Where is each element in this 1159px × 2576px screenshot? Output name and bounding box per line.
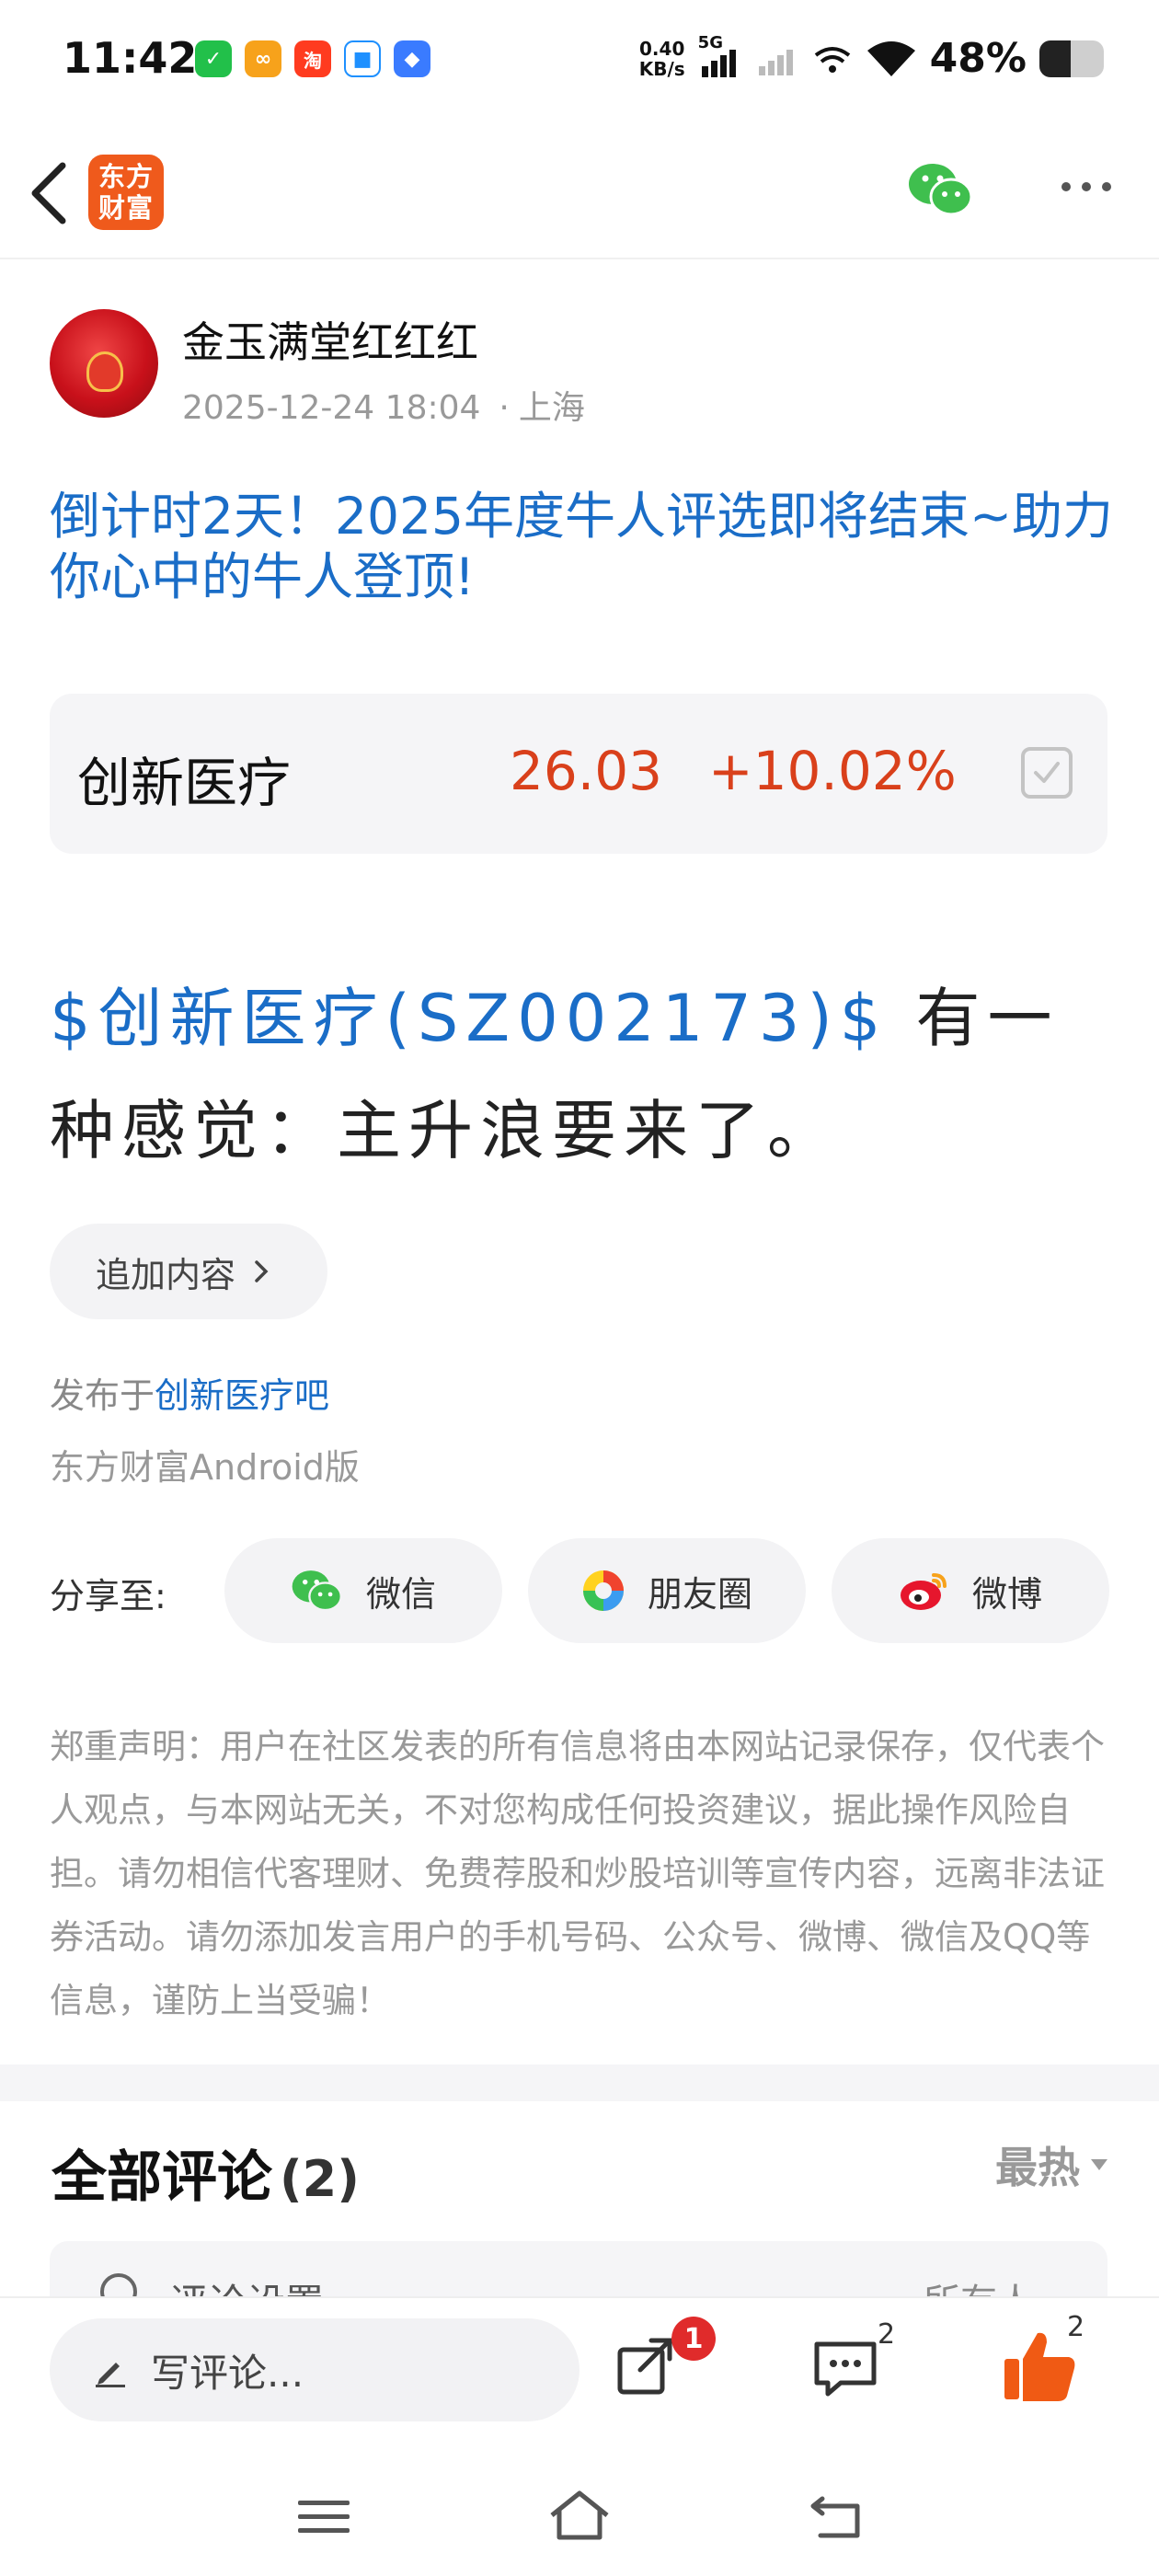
eastmoney-logo[interactable]: 东方 财富 <box>88 155 164 230</box>
comment-settings-label: 评论设置 <box>169 2272 324 2296</box>
share-moments-label: 朋友圈 <box>647 1573 752 1615</box>
signal-2-icon <box>758 49 793 75</box>
link-icon: ◆ <box>394 40 430 77</box>
v-app-icon: ✓ <box>195 40 232 77</box>
wifi-icon <box>866 40 915 76</box>
post-time: 2025-12-24 18:04 <box>182 389 481 427</box>
disclaimer: 郑重声明：用户在社区发表的所有信息将由本网站记录保存，仅代表个人观点，与本网站无… <box>50 1727 1105 2020</box>
comments-title-label: 全部评论 <box>52 2145 272 2210</box>
share-weibo-label: 微博 <box>971 1573 1042 1615</box>
client-source: 东方财富Android版 <box>50 1447 360 1488</box>
share-wechat-button[interactable]: 微信 <box>224 1538 502 1643</box>
caret-down-icon <box>1091 2159 1107 2170</box>
sort-dropdown[interactable]: 最热 <box>995 2134 1109 2195</box>
pinduo-icon: ∞ <box>245 40 281 77</box>
system-nav-bar <box>0 2453 1159 2576</box>
stock-name: 创新医疗 <box>77 752 292 814</box>
chevron-right-icon <box>255 1260 269 1282</box>
gear-icon <box>100 2273 137 2296</box>
comment-settings-row[interactable]: 评论设置 所有人 <box>50 2241 1107 2296</box>
top-nav: 东方 财富 <box>0 129 1159 259</box>
stock-mention-link[interactable]: $创新医疗(SZ002173)$ <box>50 981 888 1056</box>
share-moments-button[interactable]: 朋友圈 <box>528 1538 806 1643</box>
menu-icon[interactable] <box>287 2484 361 2548</box>
share-label: 分享至: <box>50 1576 166 1616</box>
status-app-icons: ✓ ∞ 淘 ■ ◆ <box>195 40 430 77</box>
add-watchlist-checkbox-icon[interactable] <box>1021 747 1073 799</box>
app-icon: ■ <box>344 40 381 77</box>
comment-settings-value: 所有人 <box>924 2272 1034 2296</box>
status-bar: 11:42 ✓ ∞ 淘 ■ ◆ 0.40 KB/s 5G 48% <box>0 0 1159 120</box>
stock-change: +10.02% <box>708 740 957 802</box>
write-comment-input[interactable]: 写评论... <box>50 2318 580 2421</box>
write-comment-placeholder: 写评论... <box>151 2350 304 2396</box>
sort-label: 最热 <box>995 2143 1080 2192</box>
published-in: 发布于创新医疗吧 <box>50 1367 329 1418</box>
comments-count: (2) <box>280 2150 360 2208</box>
wechat-icon <box>292 1570 342 1612</box>
more-menu-icon[interactable] <box>1054 173 1119 201</box>
avatar[interactable] <box>50 309 158 418</box>
back-arrow-icon[interactable] <box>22 156 77 230</box>
section-divider <box>0 2064 1159 2101</box>
share-badge: 1 <box>671 2317 716 2361</box>
comment-count: 2 <box>878 2318 896 2351</box>
status-indicators: 0.40 KB/s 5G 48% <box>639 33 1104 82</box>
home-icon[interactable] <box>543 2484 616 2548</box>
stock-price: 26.03 <box>510 740 663 802</box>
net-speed-value: 0.40 <box>639 37 685 60</box>
comments-title: 全部评论 (2) <box>52 2133 360 2213</box>
published-prefix: 发布于 <box>50 1375 155 1416</box>
net-speed: 0.40 KB/s <box>639 39 685 79</box>
weibo-icon <box>900 1573 947 1610</box>
stock-bar-link[interactable]: 创新医疗吧 <box>155 1375 329 1416</box>
wechat-share-icon[interactable] <box>907 160 975 219</box>
share-wechat-label: 微信 <box>365 1573 436 1615</box>
taobao-icon: 淘 <box>294 40 331 77</box>
battery-percent: 48% <box>929 35 1027 82</box>
bottom-action-bar: 写评论... 1 2 2 <box>0 2296 1159 2453</box>
share-weibo-button[interactable]: 微博 <box>832 1538 1109 1643</box>
like-count: 2 <box>1067 2311 1085 2343</box>
author-meta: 2025-12-24 18:04 · 上海 <box>182 389 585 427</box>
post-title[interactable]: 倒计时2天！2025年度牛人评选即将结束~助力你心中的牛人登顶! <box>50 486 1117 607</box>
logo-line-1: 东方 <box>98 161 154 192</box>
add-content-button[interactable]: 追加内容 <box>50 1224 327 1319</box>
status-time: 11:42 <box>63 33 198 83</box>
moments-icon <box>582 1570 624 1611</box>
logo-line-2: 财富 <box>98 192 154 224</box>
author-name[interactable]: 金玉满堂红红红 <box>182 309 478 370</box>
back-nav-icon[interactable] <box>800 2484 874 2548</box>
net-speed-unit: KB/s <box>638 57 685 80</box>
wifi-calling-icon <box>814 46 850 73</box>
pencil-icon <box>96 2363 125 2387</box>
post-location: 上海 <box>518 389 585 427</box>
comment-icon[interactable] <box>804 2326 887 2409</box>
battery-icon <box>1039 40 1104 77</box>
post-body: $创新医疗(SZ002173)$ 有一种感觉：主升浪要来了。 <box>50 962 1117 1187</box>
signal-icon: 5G <box>698 33 744 79</box>
stock-card[interactable]: 创新医疗 26.03 +10.02% <box>50 694 1107 854</box>
add-content-label: 追加内容 <box>96 1254 236 1295</box>
